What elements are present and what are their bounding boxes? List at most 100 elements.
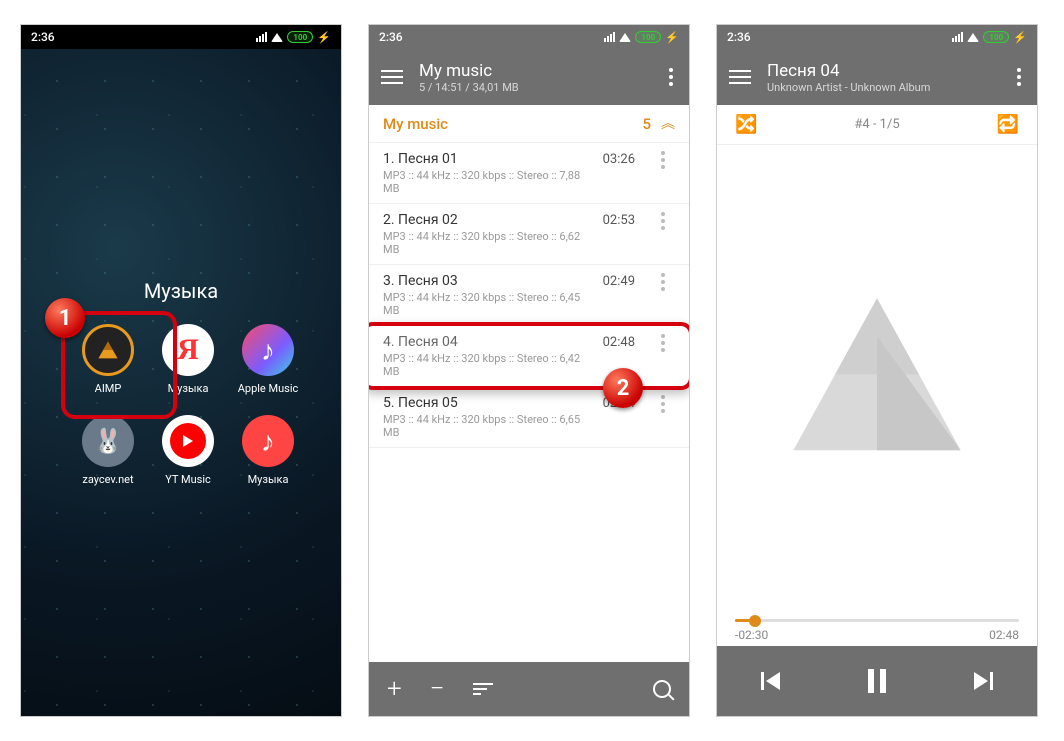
track-row[interactable]: 4. Песня 04MP3 :: 44 kHz :: 320 kbps :: …	[369, 326, 689, 387]
battery-icon: 100	[635, 31, 661, 43]
status-bar: 2:36 100 ⚡	[369, 25, 689, 49]
shuffle-icon[interactable]: 🔀	[735, 114, 757, 135]
appbar-subtitle: 5 / 14:51 / 34,01 MB	[419, 81, 643, 94]
battery-icon: 100	[983, 31, 1009, 43]
track-meta: MP3 :: 44 kHz :: 320 kbps :: Stereo :: 7…	[383, 169, 595, 195]
collapse-icon: ︽	[661, 120, 675, 128]
track-title: 1. Песня 01	[383, 151, 595, 167]
track-overflow-icon[interactable]	[651, 334, 675, 352]
wifi-icon	[271, 33, 283, 42]
bottom-toolbar: + −	[369, 662, 689, 716]
phone-now-playing: 2:36 100 ⚡ Песня 04 Unknown Artist - Unk…	[716, 24, 1038, 717]
app-label: Музыка	[168, 382, 209, 395]
app-grid: AIMPЯМузыка♪Apple Music🐰zaycev.netYT Mus…	[71, 324, 291, 486]
track-meta: MP3 :: 44 kHz :: 320 kbps :: Stereo :: 6…	[383, 230, 595, 256]
playback-controls	[717, 646, 1037, 716]
album-art[interactable]	[717, 145, 1037, 611]
section-name: My music	[383, 115, 448, 133]
status-time: 2:36	[727, 30, 751, 44]
app-apple[interactable]: ♪Apple Music	[231, 324, 305, 395]
app-yt[interactable]: YT Music	[151, 415, 225, 486]
previous-button[interactable]	[761, 672, 780, 690]
track-duration: 02:53	[603, 212, 635, 228]
track-title: 3. Песня 03	[383, 273, 595, 289]
aimp-logo-icon	[782, 283, 972, 473]
app-yandex[interactable]: ЯМузыка	[151, 324, 225, 395]
menu-icon[interactable]	[729, 70, 751, 84]
status-bar: 2:36 100 ⚡	[21, 25, 341, 49]
signal-icon	[604, 32, 615, 42]
app-zaycev[interactable]: 🐰zaycev.net	[71, 415, 145, 486]
status-icons: 100 ⚡	[952, 31, 1027, 44]
wifi-icon	[967, 33, 979, 42]
track-duration: 03:26	[603, 151, 635, 167]
track-overflow-icon[interactable]	[651, 273, 675, 291]
track-overflow-icon[interactable]	[651, 395, 675, 413]
queue-bar: 🔀 #4 - 1/5 🔁	[717, 105, 1037, 145]
annotation-badge-2: 2	[603, 368, 643, 408]
track-overflow-icon[interactable]	[651, 212, 675, 230]
track-overflow-icon[interactable]	[651, 151, 675, 169]
overflow-icon[interactable]	[659, 68, 683, 86]
home-folder-view: Музыка AIMP ЯМузыка♪Apple Music 🐰zaycev.ne…	[21, 49, 341, 716]
charging-icon: ⚡	[665, 31, 679, 44]
time-elapsed: -02:30	[735, 628, 768, 642]
charging-icon: ⚡	[1013, 31, 1027, 44]
app-aimp[interactable]: AIMP	[71, 324, 145, 395]
playlist-section-header[interactable]: My music 5 ︽	[369, 105, 689, 143]
track-title: 5. Песня 05	[383, 395, 595, 411]
status-time: 2:36	[379, 30, 403, 44]
track-meta: MP3 :: 44 kHz :: 320 kbps :: Stereo :: 6…	[383, 352, 595, 378]
status-time: 2:36	[31, 30, 55, 44]
sort-button[interactable]	[473, 683, 493, 695]
time-labels: -02:30 02:48	[735, 628, 1019, 642]
annotation-badge-1: 1	[45, 298, 85, 338]
time-total: 02:48	[989, 628, 1019, 642]
status-bar: 2:36 100 ⚡	[717, 25, 1037, 49]
queue-position: #4 - 1/5	[854, 117, 899, 132]
app-label: Apple Music	[238, 382, 299, 395]
progress-track[interactable]	[735, 619, 1019, 622]
battery-icon: 100	[287, 31, 313, 43]
pause-button[interactable]	[868, 669, 886, 693]
appbar-title-wrap: Песня 04 Unknown Artist - Unknown Album	[767, 61, 991, 94]
track-duration: 02:49	[603, 273, 635, 289]
app-label: Музыка	[248, 473, 289, 486]
section-count: 5	[642, 115, 651, 133]
signal-icon	[952, 32, 963, 42]
app-label: AIMP	[95, 382, 122, 395]
now-playing-title: Песня 04	[767, 61, 991, 81]
track-row[interactable]: 3. Песня 03MP3 :: 44 kHz :: 320 kbps :: …	[369, 265, 689, 326]
progress-knob[interactable]	[749, 615, 761, 627]
menu-icon[interactable]	[381, 70, 403, 84]
track-meta: MP3 :: 44 kHz :: 320 kbps :: Stereo :: 6…	[383, 413, 595, 439]
app-label: zaycev.net	[82, 473, 133, 486]
signal-icon	[256, 32, 267, 42]
search-button[interactable]	[653, 680, 671, 698]
app-bar: Песня 04 Unknown Artist - Unknown Album	[717, 49, 1037, 105]
appbar-title-wrap: My music 5 / 14:51 / 34,01 MB	[419, 61, 643, 94]
three-phone-layout: 2:36 100 ⚡ Музыка AIMP ЯМузыка♪Apple Musi…	[0, 0, 1064, 741]
track-row[interactable]: 2. Песня 02MP3 :: 44 kHz :: 320 kbps :: …	[369, 204, 689, 265]
repeat-icon[interactable]: 🔁	[997, 114, 1019, 135]
now-playing-subtitle: Unknown Artist - Unknown Album	[767, 81, 991, 94]
progress-area: -02:30 02:48	[717, 611, 1037, 646]
app-label: YT Music	[165, 473, 211, 486]
overflow-icon[interactable]	[1007, 68, 1031, 86]
charging-icon: ⚡	[317, 31, 331, 44]
add-button[interactable]: +	[387, 674, 402, 704]
track-list: 1. Песня 01MP3 :: 44 kHz :: 320 kbps :: …	[369, 143, 689, 662]
phone-homescreen: 2:36 100 ⚡ Музыка AIMP ЯМузыка♪Apple Musi…	[20, 24, 342, 717]
track-title: 4. Песня 04	[383, 334, 595, 350]
status-icons: 100 ⚡	[256, 31, 331, 44]
track-meta: MP3 :: 44 kHz :: 320 kbps :: Stereo :: 6…	[383, 291, 595, 317]
next-button[interactable]	[974, 672, 993, 690]
app-miu[interactable]: ♪Музыка	[231, 415, 305, 486]
track-title: 2. Песня 02	[383, 212, 595, 228]
app-bar: My music 5 / 14:51 / 34,01 MB	[369, 49, 689, 105]
wifi-icon	[619, 33, 631, 42]
phone-playlist: 2:36 100 ⚡ My music 5 / 14:51 / 34,01 MB…	[368, 24, 690, 717]
track-duration: 02:48	[603, 334, 635, 350]
track-row[interactable]: 1. Песня 01MP3 :: 44 kHz :: 320 kbps :: …	[369, 143, 689, 204]
remove-button[interactable]: −	[430, 674, 445, 704]
